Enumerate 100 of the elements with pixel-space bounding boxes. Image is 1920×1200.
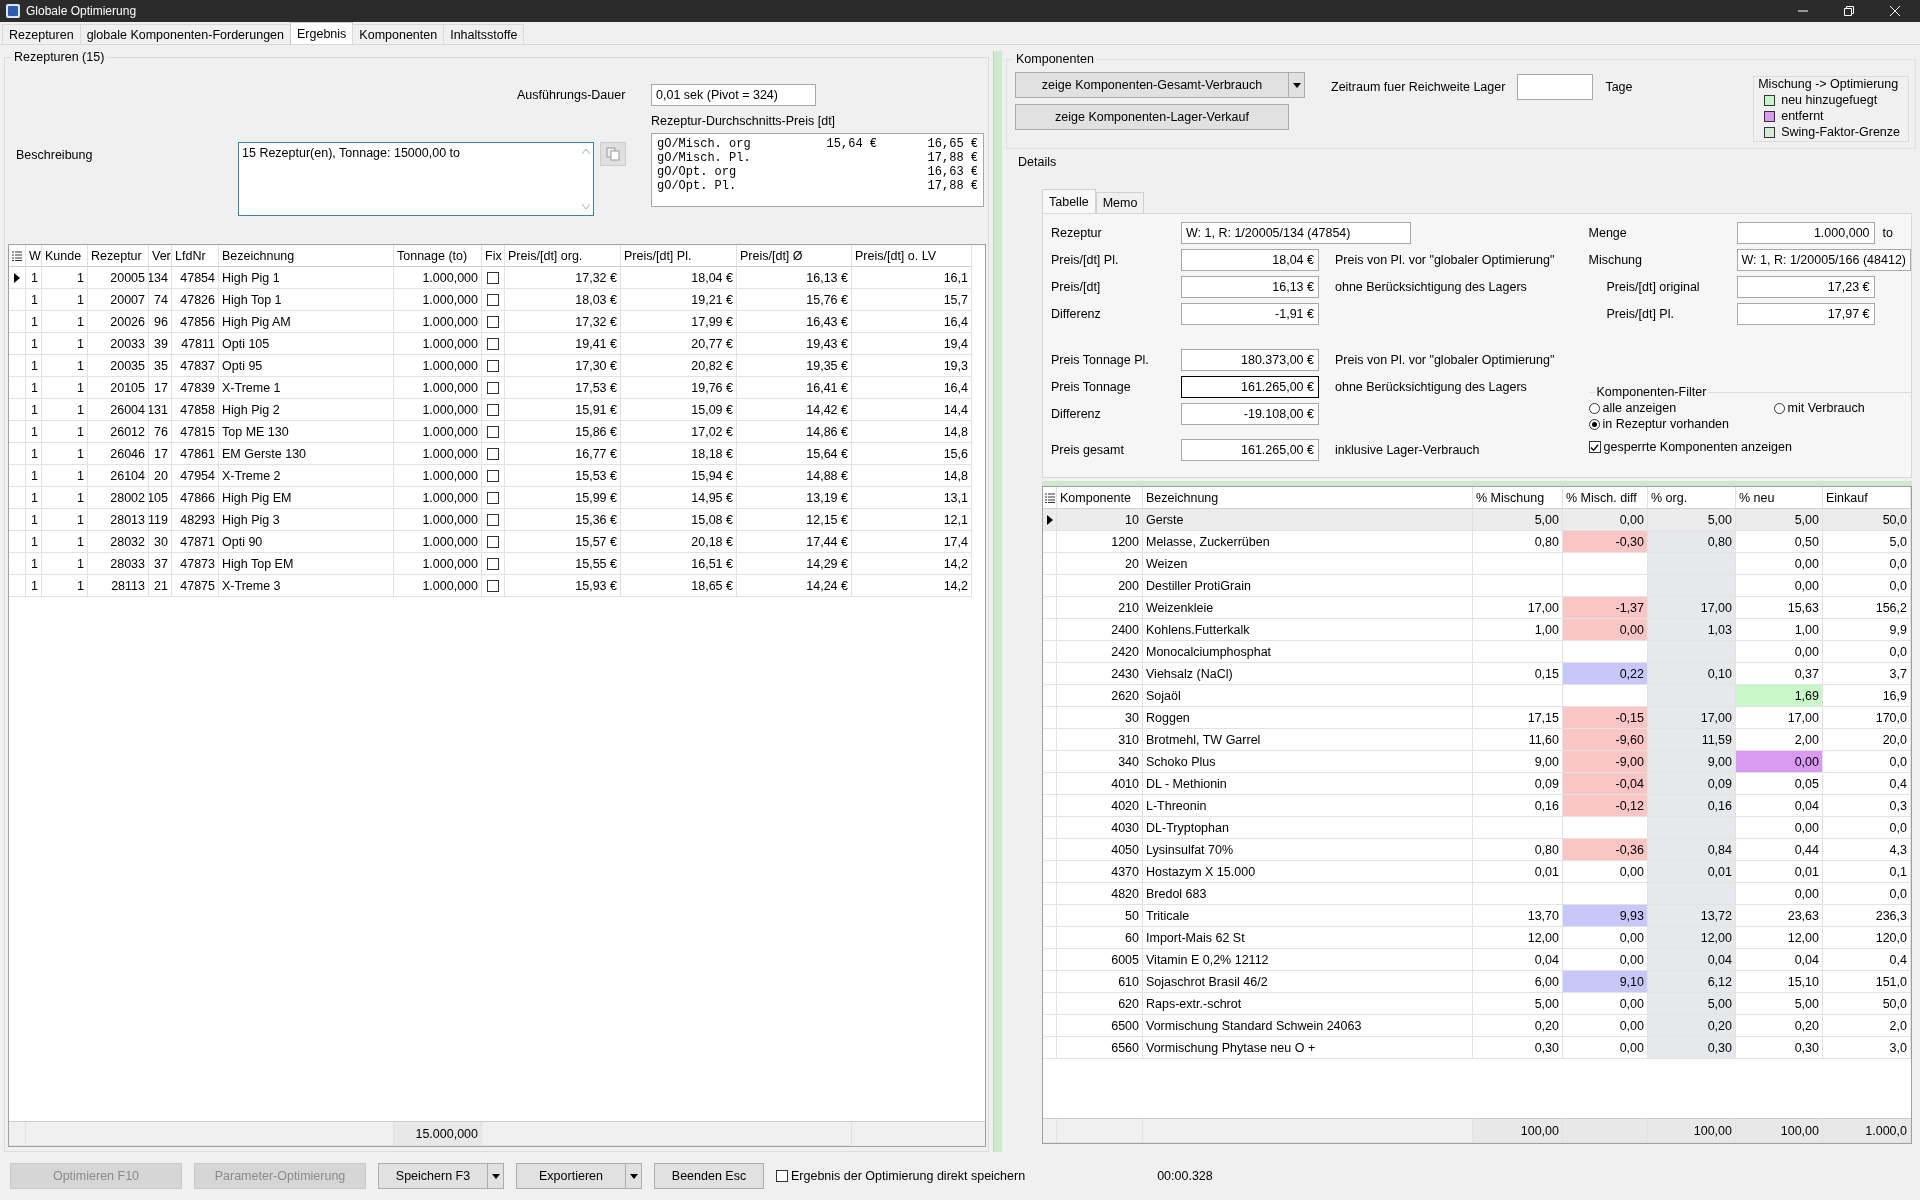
dropdown-button[interactable]: [626, 1163, 642, 1189]
copy-button[interactable]: [600, 142, 626, 166]
dropdown-button[interactable]: [1289, 72, 1305, 98]
input-field[interactable]: W: 1, R: 1/20005/134 (47854): [1181, 222, 1411, 244]
row-header-cell[interactable]: [1043, 817, 1057, 839]
checkbox[interactable]: [487, 579, 499, 592]
action-button[interactable]: Exportieren: [516, 1163, 626, 1189]
column-header[interactable]: Bezeichnung: [219, 245, 394, 267]
row-header-cell[interactable]: [1043, 971, 1057, 993]
row-header-cell[interactable]: [1043, 685, 1057, 707]
column-chooser-icon[interactable]: [1044, 492, 1055, 503]
input-field[interactable]: W: 1, R: 1/20005/166 (48412): [1736, 249, 1911, 271]
tab[interactable]: Tabelle: [1042, 189, 1096, 213]
checkbox-option[interactable]: gesperrte Komponenten anzeigen: [1588, 440, 1911, 454]
checkbox[interactable]: [487, 337, 499, 350]
tab[interactable]: Memo: [1095, 192, 1145, 213]
action-button[interactable]: zeige Komponenten-Gesamt-Verbrauch: [1015, 72, 1289, 98]
row-header-cell[interactable]: [1043, 509, 1057, 531]
scroll-up-icon[interactable]: [582, 149, 590, 154]
column-header[interactable]: Rezeptur: [88, 245, 149, 267]
radio-option[interactable]: mit Verbrauch: [1773, 401, 1865, 415]
checkbox[interactable]: [487, 293, 499, 306]
splitter-bar[interactable]: [993, 51, 1002, 1152]
row-header-cell[interactable]: [1043, 1037, 1057, 1059]
column-header[interactable]: Preis/[dt] Ø: [737, 245, 852, 267]
checkbox[interactable]: [487, 315, 499, 328]
row-header-cell[interactable]: [1043, 729, 1057, 751]
row-header-cell[interactable]: [9, 333, 26, 355]
row-header-cell[interactable]: [1043, 861, 1057, 883]
row-header-cell[interactable]: [1043, 597, 1057, 619]
row-header-cell[interactable]: [9, 399, 26, 421]
row-header-cell[interactable]: [1043, 751, 1057, 773]
row-header-cell[interactable]: [1043, 773, 1057, 795]
splitter-bar[interactable]: [1042, 481, 1912, 486]
column-header[interactable]: Preis/[dt] Pl.: [621, 245, 737, 267]
action-button[interactable]: zeige Komponenten-Lager-Verkauf: [1015, 104, 1289, 130]
row-header-cell[interactable]: [1043, 1015, 1057, 1037]
row-header-cell[interactable]: [1043, 993, 1057, 1015]
row-header-cell[interactable]: [9, 267, 26, 289]
scroll-down-icon[interactable]: [582, 204, 590, 209]
duration-field[interactable]: 0,01 sek (Pivot = 324): [651, 84, 816, 106]
checkbox[interactable]: [487, 425, 499, 438]
row-header-cell[interactable]: [9, 289, 26, 311]
tab[interactable]: Komponenten: [352, 24, 445, 44]
row-header-cell[interactable]: [9, 443, 26, 465]
input-field[interactable]: 16,13 €: [1181, 276, 1319, 298]
tab[interactable]: Ergebnis: [290, 22, 354, 44]
row-header-cell[interactable]: [9, 553, 26, 575]
row-header-cell[interactable]: [9, 377, 26, 399]
row-header-cell[interactable]: [1043, 531, 1057, 553]
row-header-cell[interactable]: [9, 509, 26, 531]
checkbox[interactable]: [487, 403, 499, 416]
checkbox[interactable]: [487, 535, 499, 548]
row-header-cell[interactable]: [1043, 619, 1057, 641]
dropdown-button[interactable]: [488, 1163, 504, 1189]
restore-icon[interactable]: [1844, 6, 1854, 16]
row-header-cell[interactable]: [1043, 553, 1057, 575]
row-header-cell[interactable]: [9, 465, 26, 487]
row-header-cell[interactable]: [1043, 839, 1057, 861]
row-header-cell[interactable]: [1043, 905, 1057, 927]
row-header-cell[interactable]: [1043, 883, 1057, 905]
column-header[interactable]: Kunde: [42, 245, 88, 267]
tab[interactable]: globale Komponenten-Forderungen: [79, 24, 291, 44]
column-header[interactable]: LfdNr: [172, 245, 219, 267]
column-header[interactable]: W: [26, 245, 42, 267]
tab[interactable]: Rezepturen: [2, 24, 81, 44]
close-icon[interactable]: [1890, 6, 1900, 16]
column-header[interactable]: Preis/[dt] o. LV: [852, 245, 972, 267]
row-header-cell[interactable]: [1043, 795, 1057, 817]
column-header[interactable]: Ver: [149, 245, 172, 267]
row-header-cell[interactable]: [1043, 707, 1057, 729]
checkbox[interactable]: [487, 359, 499, 372]
action-button[interactable]: Speichern F3: [378, 1163, 488, 1189]
row-header-cell[interactable]: [1043, 575, 1057, 597]
input-field[interactable]: 1.000,000: [1736, 222, 1875, 244]
row-header-cell[interactable]: [9, 355, 26, 377]
checkbox[interactable]: [487, 491, 499, 504]
row-header-cell[interactable]: [1043, 949, 1057, 971]
input-field[interactable]: 18,04 €: [1181, 249, 1319, 271]
column-header[interactable]: Tonnage (to): [394, 245, 482, 267]
input-field[interactable]: 17,23 €: [1736, 276, 1875, 298]
input-field[interactable]: 161.265,00 €: [1181, 439, 1319, 461]
checkbox[interactable]: [487, 557, 499, 570]
row-header-cell[interactable]: [9, 575, 26, 597]
column-header[interactable]: Fix: [482, 245, 505, 267]
input-field[interactable]: -1,91 €: [1181, 303, 1319, 325]
radio-option[interactable]: in Rezeptur vorhanden: [1588, 417, 1729, 431]
checkbox[interactable]: [487, 381, 499, 394]
row-header-cell[interactable]: [1043, 663, 1057, 685]
row-header-cell[interactable]: [9, 531, 26, 553]
checkbox[interactable]: [487, 271, 499, 284]
row-header-cell[interactable]: [1043, 927, 1057, 949]
tab[interactable]: Inhaltsstoffe: [443, 24, 525, 44]
row-header-cell[interactable]: [9, 421, 26, 443]
input-field[interactable]: 17,97 €: [1736, 303, 1875, 325]
column-header[interactable]: Preis/[dt] org.: [505, 245, 621, 267]
action-button[interactable]: Beenden Esc: [654, 1163, 764, 1189]
checkbox[interactable]: [487, 447, 499, 460]
input-field[interactable]: 180.373,00 €: [1181, 349, 1319, 371]
days-field[interactable]: [1517, 74, 1594, 100]
